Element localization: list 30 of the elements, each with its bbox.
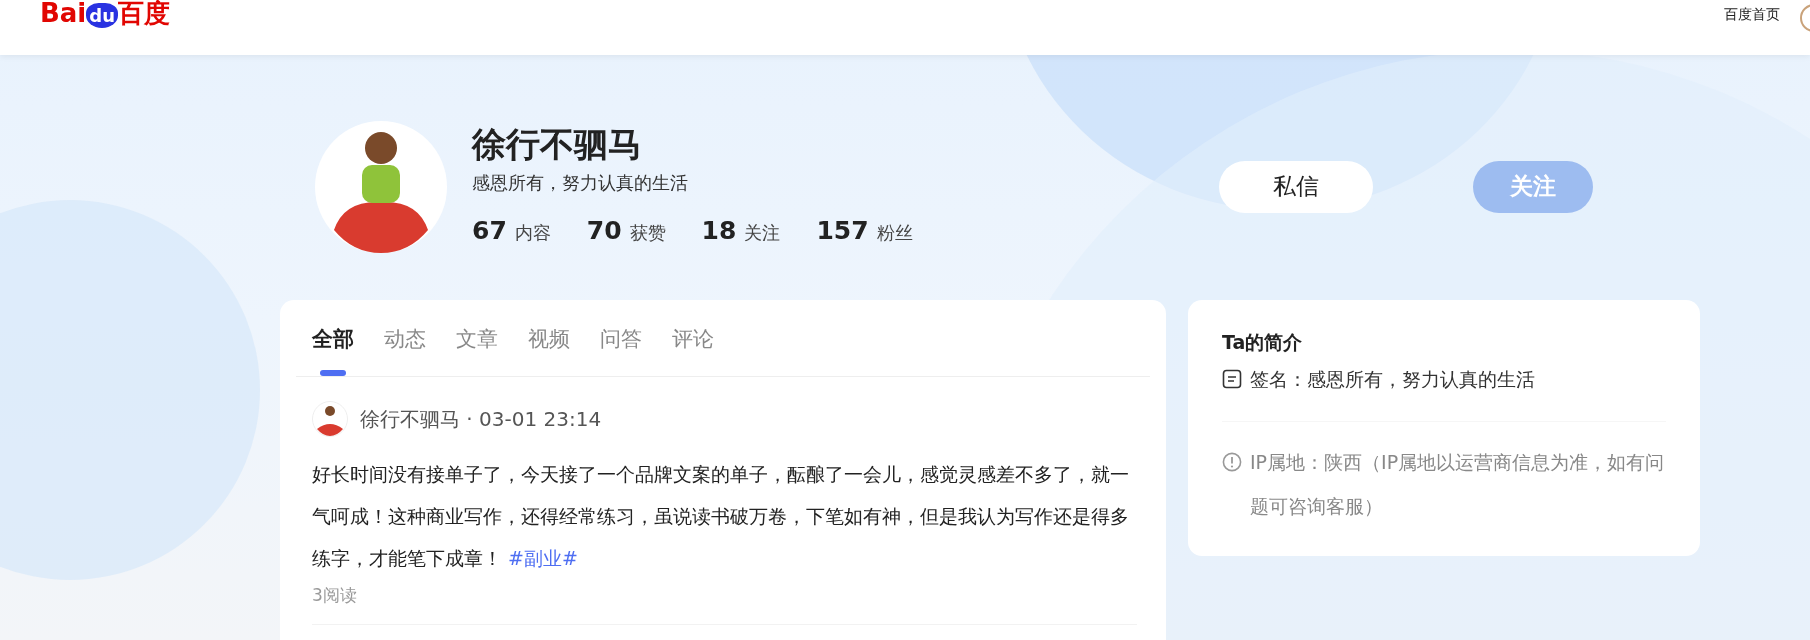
intro-title: Ta的简介 [1222,330,1304,355]
ip-location-text: IP属地：陕西（IP属地以运营商信息为准，如有问题可咨询客服） [1250,450,1666,519]
tab[interactable]: 全部 [312,324,354,376]
stat-label: 内容 [514,220,551,245]
stat-label: 获赞 [629,220,666,245]
profile-name: 徐行不驷马 [472,123,643,165]
tab[interactable]: 文章 [456,324,498,376]
author-avatar-drawing [312,400,348,437]
tab[interactable]: 评论 [672,324,714,376]
home-link[interactable]: 百度首页 [1724,4,1780,25]
follow-button[interactable]: 关注 [1472,160,1593,213]
stat-value: 18 [701,214,737,247]
logo[interactable]: Bai du 百度 [24,0,170,55]
tab[interactable]: 视频 [528,324,570,376]
stat-value: 67 [472,214,507,247]
tab[interactable]: 动态 [384,324,426,376]
message-button[interactable]: 私信 [1218,160,1373,213]
read-count: 3阅读 [312,583,358,607]
stat-label: 粉丝 [876,220,913,245]
tab[interactable]: 问答 [600,324,642,376]
signature-text: 签名：感恩所有，努力认真的生活 [1250,366,1535,392]
profile-bio: 感恩所有，努力认真的生活 [472,170,689,195]
stat-label: 关注 [744,220,781,245]
stat-value: 70 [586,214,622,247]
stat-value: 157 [816,214,869,247]
info-icon [1222,452,1242,472]
post-text: 好长时间没有接单子了，今天接了一个品牌文案的单子，酝酿了一会儿，感觉灵感差不多了，就一气呵成！这种商业写作，还得经常练习，虽说读书破万卷，下笔如有神，但是我认为写作还是得多练字，才能笔下成章！ #副业# [312,461,1130,571]
post-meta: 徐行不驷马 · 03-01 23:14 [360,405,602,433]
document-icon [1222,368,1242,389]
topic-link[interactable]: #副业# [508,546,578,569]
